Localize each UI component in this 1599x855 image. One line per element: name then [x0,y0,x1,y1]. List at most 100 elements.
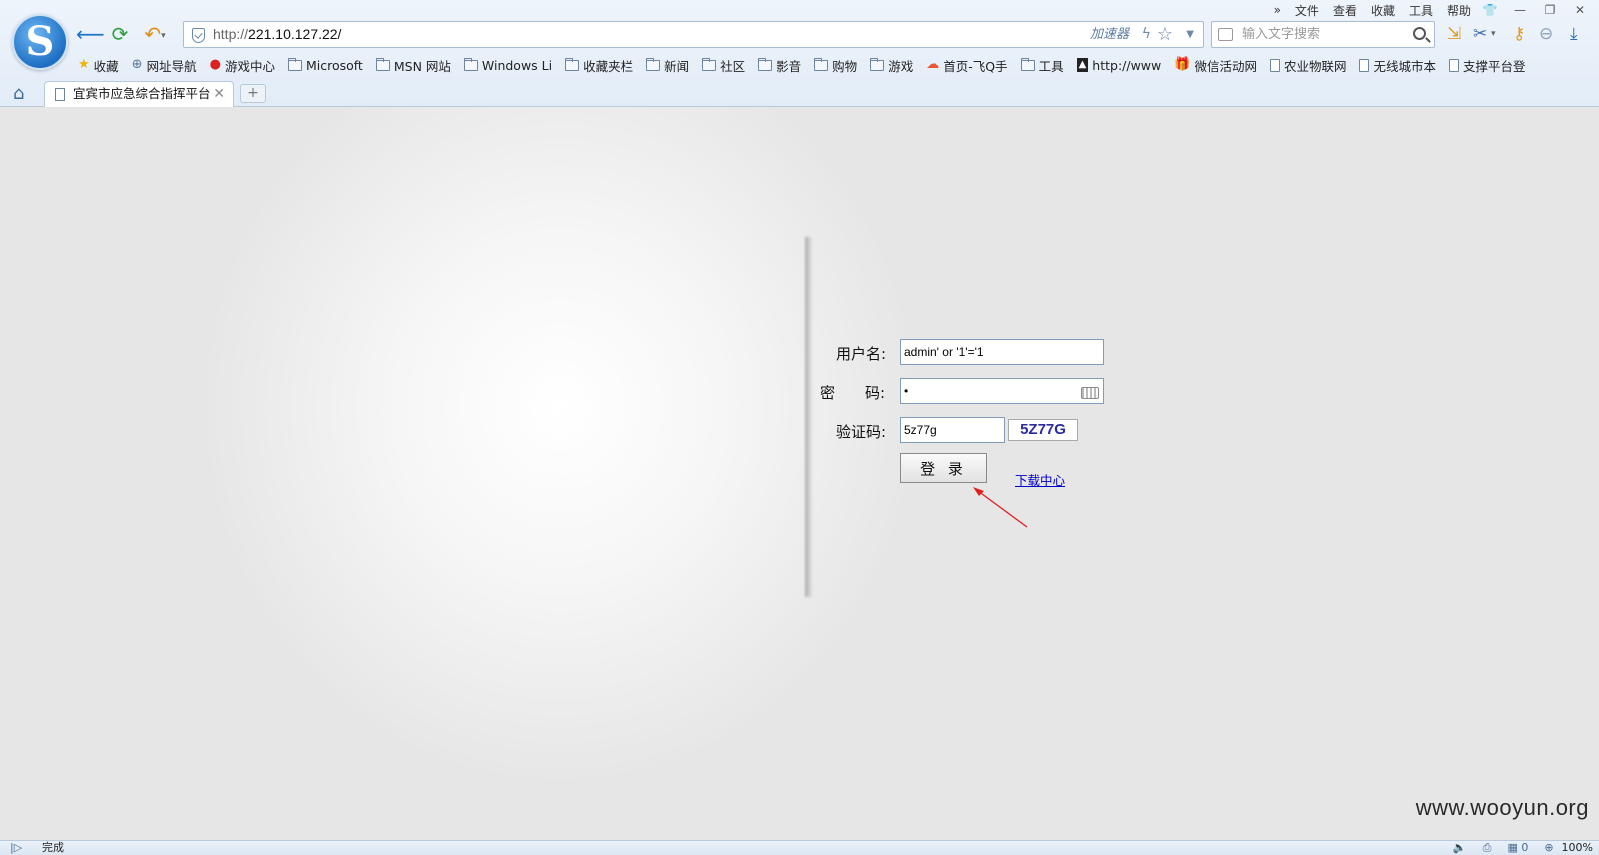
minimize-icon[interactable]: — [1509,3,1531,17]
page-icon [1448,58,1459,72]
bookmark-folder-shopping[interactable]: 购物 [814,56,857,75]
bookmark-wechat-activity[interactable]: 🎁 微信活动网 [1174,56,1257,75]
home-icon[interactable]: ⌂ [13,83,24,104]
close-window-icon[interactable]: ✕ [1569,3,1591,17]
tab-row: ⌂ 宜宾市应急综合指挥平台 ✕ + [0,79,1599,107]
status-bar: |▷ 完成 🔈 ⎙ ▦ 0 ⊕ 100% [0,840,1599,855]
security-shield-icon [192,28,205,43]
menu-view[interactable]: 查看 [1333,2,1357,19]
bookmark-support-platform[interactable]: 支撑平台登 [1448,56,1526,75]
bookmark-folder-media[interactable]: 影音 [758,56,801,75]
menu-help[interactable]: 帮助 [1447,2,1471,19]
download-icon[interactable]: ⤓ [1570,23,1578,45]
restore-icon[interactable]: ❐ [1539,3,1561,17]
bookmark-agri-iot[interactable]: 农业物联网 [1269,56,1346,75]
lightning-icon[interactable]: ϟ [1142,22,1151,47]
bookmark-folder-microsoft[interactable]: Microsoft [287,57,363,73]
key-icon[interactable]: ⚷ [1513,23,1525,45]
vertical-divider-shadow [805,237,813,597]
folder-icon [287,57,302,71]
undo-close-tab-icon[interactable]: ↶▾ [140,22,170,46]
folder-icon [463,57,478,71]
page-icon [1359,58,1370,72]
status-text: 完成 [42,841,64,854]
browser-chrome: S » 文件 查看 收藏 工具 帮助 👕 — ❐ ✕ ⟵ ⟳ ↶▾ http:/… [0,0,1599,107]
sogou-browser-logo-icon[interactable]: S [12,14,68,70]
search-engine-icon[interactable] [1218,28,1233,41]
colorful-logo-icon: ☁ [926,57,940,72]
menu-more-chevron[interactable]: » [1274,3,1281,17]
bookmarks-bar: ★ 收藏 ⊕ 网址导航 ● 游戏中心 Microsoft MSN 网站 Windows… [78,54,1539,76]
watermark-text: www.wooyun.org [1415,795,1589,820]
annotation-arrow [973,487,1028,528]
bookmark-folder-msn[interactable]: MSN 网站 [375,56,451,75]
print-icon[interactable]: ⎙ [1483,841,1492,855]
page-content: 用户名: 密 码: 验证码: 5Z77G 登 录 下载中心 www.wooyun… [0,107,1599,840]
chevron-down-icon[interactable]: ▾ [1491,23,1496,45]
bookmark-http-www[interactable]: ▲ http://www [1076,58,1161,73]
bookmark-folder-tools[interactable]: 工具 [1020,56,1064,75]
folder-icon [814,57,829,71]
gift-icon: 🎁 [1174,57,1191,72]
screenshot-scissors-icon[interactable]: ✂ [1473,23,1487,45]
accelerator-button[interactable]: 加速器 [1090,22,1129,47]
folder-icon [646,57,661,71]
globe-icon: ⊕ [131,57,143,72]
tab-title: 宜宾市应急综合指挥平台 [73,86,211,101]
status-right: 🔈 ⎙ ▦ 0 ⊕ 100% [1437,841,1593,855]
search-input[interactable] [1242,22,1392,47]
bookmark-feiq-home[interactable]: ☁ 首页-飞Q手 [926,56,1007,75]
sidebar-toggle-icon[interactable]: |▷ [10,841,22,855]
captcha-image[interactable]: 5Z77G [1008,419,1078,441]
menu-favorites[interactable]: 收藏 [1371,2,1395,19]
username-field[interactable] [900,339,1104,365]
captcha-label: 验证码: [836,423,887,441]
menu-bar: » 文件 查看 收藏 工具 帮助 👕 — ❐ ✕ [1260,0,1591,20]
bookmark-favorites[interactable]: ★ 收藏 [78,56,119,75]
menu-file[interactable]: 文件 [1295,2,1319,19]
url-text[interactable]: http://221.10.127.22/ [213,22,341,47]
virtual-keyboard-icon[interactable] [1081,387,1099,399]
bookmark-folder-windows-live[interactable]: Windows Li [463,57,552,73]
page-icon [1269,58,1280,72]
menu-tools[interactable]: 工具 [1409,2,1433,19]
zoom-icon[interactable]: ⊕ [1544,841,1553,855]
new-tab-button[interactable]: + [240,84,266,103]
bookmark-wireless-city[interactable]: 无线城市本 [1359,56,1436,75]
refresh-icon[interactable]: ⟳ [107,22,133,46]
password-label: 密 码: [820,384,886,402]
bookmark-folder-news[interactable]: 新闻 [646,56,689,75]
bookmark-nav[interactable]: ⊕ 网址导航 [132,56,197,75]
star-icon: ★ [78,57,90,72]
bookmark-folder-favorites-bar[interactable]: 收藏夹栏 [565,56,633,75]
folder-icon [565,57,580,71]
search-box [1211,21,1435,48]
more-dots-icon[interactable]: ⊖ [1539,23,1553,45]
chevron-down-icon[interactable]: ▼ [1186,22,1194,47]
address-bar[interactable]: http://221.10.127.22/ 加速器 ϟ ☆ ▼ [183,21,1204,48]
folder-icon [870,57,885,71]
zoom-level[interactable]: 100% [1562,841,1593,855]
tab-active[interactable]: 宜宾市应急综合指挥平台 ✕ [44,81,234,107]
username-label: 用户名: [836,345,887,363]
folder-icon [375,57,390,71]
password-field[interactable] [900,378,1104,404]
captcha-field[interactable] [900,417,1005,443]
search-icon[interactable] [1413,27,1426,40]
speaker-icon[interactable]: 🔈 [1453,841,1467,855]
close-tab-icon[interactable]: ✕ [213,82,225,106]
back-arrow-icon[interactable]: ⟵ [76,22,105,46]
bookmark-folder-games[interactable]: 游戏 [870,56,913,75]
adblock-icon[interactable]: ▦ 0 [1507,841,1528,855]
folder-icon [1020,57,1035,71]
login-button[interactable]: 登 录 [900,453,987,483]
dark-site-icon: ▲ [1076,58,1089,72]
page-icon [55,88,65,101]
favorite-star-icon[interactable]: ☆ [1157,22,1173,47]
folder-icon [758,57,773,71]
sync-icon[interactable]: ⇲ [1447,23,1461,45]
folder-icon [702,57,717,71]
bookmark-folder-community[interactable]: 社区 [702,56,745,75]
bookmark-game-center[interactable]: ● 游戏中心 [210,56,275,75]
skin-shirt-icon[interactable]: 👕 [1479,3,1501,17]
